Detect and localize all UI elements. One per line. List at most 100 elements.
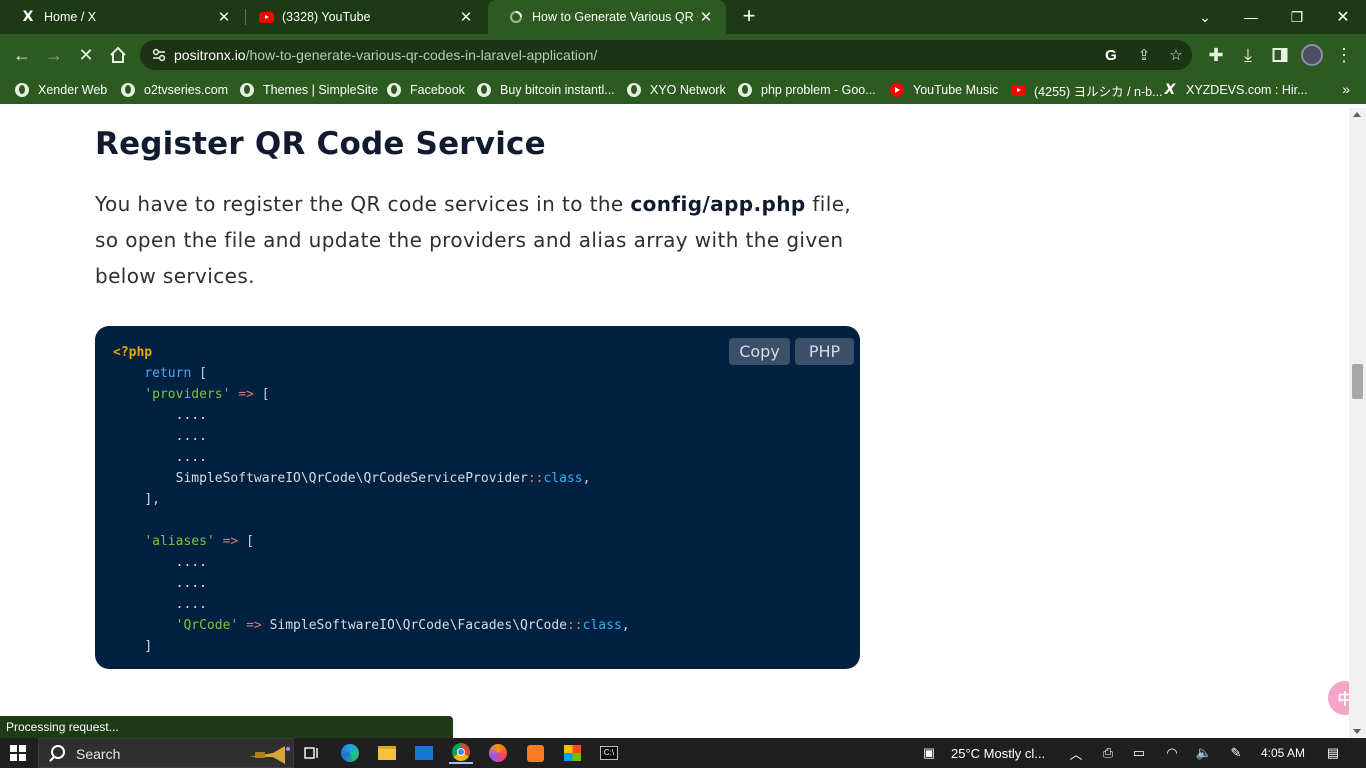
code-token: =>: [246, 618, 262, 633]
youtube-icon: [1010, 82, 1026, 98]
weather-text[interactable]: 25°C Mostly cl...: [951, 738, 1045, 768]
code-token: [: [261, 387, 270, 402]
tab-title: Home / X: [44, 10, 97, 24]
speaker-icon[interactable]: 🔈: [1195, 745, 1213, 761]
code-token: 'QrCode': [175, 618, 239, 633]
bookmark-item[interactable]: Xender Web: [14, 81, 107, 99]
home-icon[interactable]: [105, 42, 131, 68]
code-token: ....: [175, 576, 207, 591]
language-label: PHP: [795, 338, 854, 365]
profile-avatar[interactable]: [1299, 42, 1325, 68]
globe-icon: [239, 82, 255, 98]
google-icon[interactable]: G: [1102, 46, 1120, 64]
code-token: [: [246, 534, 254, 549]
close-tab-icon[interactable]: ✕: [458, 9, 474, 26]
pen-icon[interactable]: ✎: [1227, 745, 1245, 761]
bookmark-item[interactable]: (4255) ヨルシカ / n-b...: [1010, 81, 1163, 99]
bookmark-label: XYO Network: [650, 83, 726, 97]
globe-icon: [737, 82, 753, 98]
side-panel-icon[interactable]: [1267, 42, 1293, 68]
config-file-name: config/app.php: [630, 192, 806, 216]
scroll-down-arrow-icon[interactable]: [1353, 729, 1361, 734]
share-icon[interactable]: ⇪: [1135, 46, 1153, 64]
clock-time[interactable]: 4:05 AM: [1261, 738, 1305, 768]
windows-start-icon[interactable]: [10, 745, 26, 761]
bookmark-item[interactable]: Buy bitcoin instantl...: [476, 81, 615, 99]
xampp-icon[interactable]: [523, 742, 547, 764]
scroll-thumb[interactable]: [1352, 364, 1363, 399]
code-token: SimpleSoftwareIO\QrCode\QrCodeServicePro…: [175, 471, 528, 486]
more-bookmarks-chevron-icon[interactable]: »: [1342, 81, 1350, 97]
x-logo-icon: X: [22, 9, 34, 25]
downloads-icon[interactable]: ⤓: [1235, 42, 1261, 68]
copy-code-button[interactable]: Copy: [729, 338, 790, 365]
close-tab-icon[interactable]: ✕: [216, 9, 232, 26]
site-info-icon[interactable]: [152, 47, 166, 63]
tab-title: (3328) YouTube: [282, 10, 371, 24]
page-viewport: Register QR Code Service You have to reg…: [0, 108, 1366, 738]
close-window-icon[interactable]: ✕: [1320, 0, 1366, 34]
taskbar-search-label: Search: [76, 746, 121, 762]
battery-icon[interactable]: ▭: [1130, 745, 1148, 761]
forward-arrow-icon[interactable]: →: [41, 42, 67, 68]
search-highlight-trumpet-icon: [245, 743, 291, 765]
code-token: [: [199, 366, 207, 381]
extensions-icon[interactable]: ✚: [1203, 42, 1229, 68]
wifi-icon[interactable]: ◠: [1163, 745, 1181, 761]
bookmark-label: Themes | SimpleSite: [263, 83, 379, 97]
tab-search-chevron-icon[interactable]: ⌄: [1182, 0, 1228, 34]
meet-now-icon[interactable]: ⎙: [1099, 745, 1117, 761]
edge-icon[interactable]: [338, 742, 362, 764]
bookmark-label: YouTube Music: [913, 83, 999, 97]
bookmark-item[interactable]: YouTube Music: [889, 81, 998, 99]
bookmark-item[interactable]: o2tvseries.com: [120, 81, 228, 99]
paragraph-text: You have to register the QR code service…: [95, 192, 631, 216]
new-tab-icon[interactable]: +: [738, 5, 760, 29]
tab-qr-article[interactable]: How to Generate Various QR Codes in Lara…: [488, 0, 726, 34]
weather-widget-icon[interactable]: ▣: [920, 745, 938, 761]
taskbar-search-box[interactable]: Search: [38, 738, 294, 768]
code-token: class: [543, 471, 583, 486]
search-icon: [51, 745, 65, 759]
menu-kebab-icon[interactable]: ⋮: [1331, 42, 1357, 68]
notifications-icon[interactable]: ▤: [1324, 745, 1342, 761]
scroll-up-arrow-icon[interactable]: [1353, 112, 1361, 117]
bookmark-item[interactable]: Facebook: [386, 81, 465, 99]
code-token: ....: [175, 597, 207, 612]
bookmark-label: Xender Web: [38, 83, 108, 97]
stop-loading-icon[interactable]: ✕: [73, 42, 99, 68]
code-token: =>: [238, 387, 254, 402]
globe-icon: [120, 82, 136, 98]
tab-home-x[interactable]: X Home / X ✕: [0, 0, 244, 34]
code-token: ,: [582, 471, 591, 486]
minimize-icon[interactable]: —: [1228, 0, 1274, 34]
bookmark-item[interactable]: X XYZDEVS.com : Hir...: [1162, 81, 1308, 99]
address-bar[interactable]: positronx.io/how-to-generate-various-qr-…: [140, 40, 1192, 70]
page-scrollbar[interactable]: [1349, 108, 1366, 738]
close-tab-icon[interactable]: ✕: [698, 9, 714, 26]
bookmark-item[interactable]: XYO Network: [626, 81, 726, 99]
store-icon[interactable]: [560, 742, 584, 764]
bookmarks-bar: Xender Web o2tvseries.com Themes | Simpl…: [0, 76, 1366, 104]
file-explorer-icon[interactable]: [375, 742, 399, 764]
code-token: ],: [144, 492, 160, 507]
bookmark-label: php problem - Goo...: [761, 83, 876, 97]
task-view-icon[interactable]: [300, 742, 324, 764]
bookmark-item[interactable]: Themes | SimpleSite: [239, 81, 378, 99]
tab-strip: X Home / X ✕ (3328) YouTube ✕ How to Gen…: [0, 0, 1366, 34]
bookmark-star-icon[interactable]: ☆: [1167, 46, 1185, 64]
bookmark-label: o2tvseries.com: [144, 83, 229, 97]
url-domain: positronx.io: [174, 47, 246, 63]
tab-youtube[interactable]: (3328) YouTube ✕: [238, 0, 486, 34]
bookmark-label: Facebook: [410, 83, 465, 97]
chevron-up-icon[interactable]: ︿: [1067, 745, 1085, 762]
mail-icon[interactable]: [412, 742, 436, 764]
restore-icon[interactable]: ❐: [1274, 0, 1320, 34]
terminal-icon[interactable]: C:\: [597, 742, 621, 764]
bookmark-label: XYZDEVS.com : Hir...: [1186, 83, 1308, 97]
bookmark-item[interactable]: php problem - Goo...: [737, 81, 876, 99]
chrome-icon[interactable]: [449, 742, 473, 764]
back-arrow-icon[interactable]: ←: [9, 42, 35, 68]
tab-title: How to Generate Various QR Codes in Lara…: [532, 10, 698, 24]
firefox-icon[interactable]: [486, 742, 510, 764]
